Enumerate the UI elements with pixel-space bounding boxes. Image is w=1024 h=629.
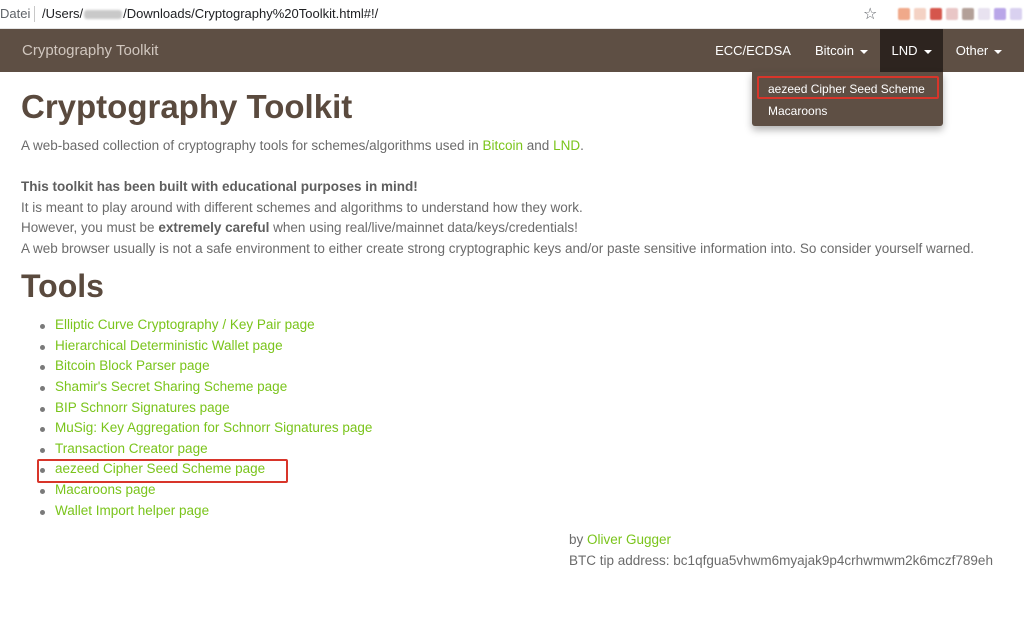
lnd-link[interactable]: LND	[553, 138, 580, 153]
highlight-box	[37, 459, 288, 483]
tool-link-tx-creator[interactable]: Transaction Creator page	[55, 441, 208, 456]
extension-icon[interactable]	[914, 8, 926, 20]
author-line: by Oliver Gugger	[569, 532, 671, 547]
tool-link-schnorr[interactable]: BIP Schnorr Signatures page	[55, 400, 230, 415]
bullet-icon	[40, 324, 45, 329]
bullet-icon	[40, 489, 45, 494]
intro-description: A web-based collection of cryptography t…	[21, 138, 584, 153]
description-text: .	[580, 138, 584, 153]
redacted-username	[84, 10, 123, 20]
tip-address-line: BTC tip address: bc1qfgua5vhwm6myajak9p4…	[569, 553, 993, 568]
bullet-icon	[40, 365, 45, 370]
bitcoin-link[interactable]: Bitcoin	[483, 138, 524, 153]
tip-address: bc1qfgua5vhwm6myajak9p4crhwmwm2k6mczf789…	[673, 553, 993, 568]
author-link[interactable]: Oliver Gugger	[587, 532, 671, 547]
tools-heading: Tools	[21, 268, 104, 304]
nav-item-ecc-ecdsa[interactable]: ECC/ECDSA	[703, 29, 803, 72]
nav-item-label: Other	[955, 43, 989, 58]
bullet-icon	[40, 407, 45, 412]
tool-link-macaroons[interactable]: Macaroons page	[55, 482, 156, 497]
extension-icon[interactable]	[962, 8, 974, 20]
star-icon[interactable]: ☆	[863, 4, 877, 24]
tool-link-shamir[interactable]: Shamir's Secret Sharing Scheme page	[55, 379, 287, 394]
bullet-icon	[40, 427, 45, 432]
extension-icon[interactable]	[1010, 8, 1022, 20]
chevron-down-icon	[994, 49, 1003, 54]
warning-text: when using real/live/mainnet data/keys/c…	[269, 220, 578, 235]
nav-item-lnd[interactable]: LND	[880, 29, 943, 72]
chevron-down-icon	[860, 49, 869, 54]
menu-item-macaroons[interactable]: Macaroons	[768, 104, 827, 118]
tool-link-musig[interactable]: MuSig: Key Aggregation for Schnorr Signa…	[55, 420, 372, 435]
url-divider	[34, 6, 35, 22]
tip-label: BTC tip address:	[569, 553, 674, 568]
highlight-box	[757, 76, 939, 99]
bullet-icon	[40, 345, 45, 350]
description-text: and	[523, 138, 554, 153]
warning-bold: extremely careful	[158, 220, 270, 235]
nav-item-other[interactable]: Other	[943, 29, 1015, 72]
nav-item-label: ECC/ECDSA	[715, 43, 791, 58]
intro-line-3: However, you must be extremely careful w…	[21, 220, 578, 235]
warning-text: However, you must be	[21, 220, 159, 235]
intro-line-2: It is meant to play around with differen…	[21, 200, 583, 215]
edu-notice: This toolkit has been built with educati…	[21, 179, 418, 194]
tool-link-hd-wallet[interactable]: Hierarchical Deterministic Wallet page	[55, 338, 283, 353]
chevron-down-icon	[923, 49, 932, 54]
tool-link-wallet-import[interactable]: Wallet Import helper page	[55, 503, 209, 518]
intro-line-4: A web browser usually is not a safe envi…	[21, 241, 974, 256]
nav-item-label: Bitcoin	[814, 43, 855, 58]
url-field[interactable]: /Users/ /Downloads/Cryptography%20Toolkit…	[42, 6, 378, 21]
nav-item-label: LND	[891, 43, 918, 58]
extension-icon[interactable]	[978, 8, 990, 20]
browser-address-bar: Datei /Users/ /Downloads/Cryptography%20T…	[0, 0, 1024, 29]
author-prefix: by	[569, 532, 588, 547]
bullet-icon	[40, 510, 45, 515]
extension-icon[interactable]	[930, 8, 942, 20]
nav-item-bitcoin[interactable]: Bitcoin	[803, 29, 880, 72]
description-text: A web-based collection of cryptography t…	[21, 138, 483, 153]
tool-link-ecc[interactable]: Elliptic Curve Cryptography / Key Pair p…	[55, 317, 315, 332]
url-path-start: /Users/	[42, 6, 84, 21]
bullet-icon	[40, 386, 45, 391]
url-path-end: /Downloads/Cryptography%20Toolkit.html#!…	[123, 6, 379, 21]
extension-icon[interactable]	[898, 8, 910, 20]
top-navbar: Cryptography Toolkit ECC/ECDSA Bitcoin L…	[0, 29, 1024, 72]
navbar-brand[interactable]: Cryptography Toolkit	[22, 42, 158, 59]
tool-link-block-parser[interactable]: Bitcoin Block Parser page	[55, 358, 210, 373]
extension-icon[interactable]	[994, 8, 1006, 20]
bullet-icon	[40, 448, 45, 453]
extension-icon[interactable]	[946, 8, 958, 20]
page-title: Cryptography Toolkit	[21, 88, 353, 125]
edu-notice-bold: This toolkit has been built with educati…	[21, 179, 418, 194]
url-scheme-label: Datei	[0, 6, 31, 21]
